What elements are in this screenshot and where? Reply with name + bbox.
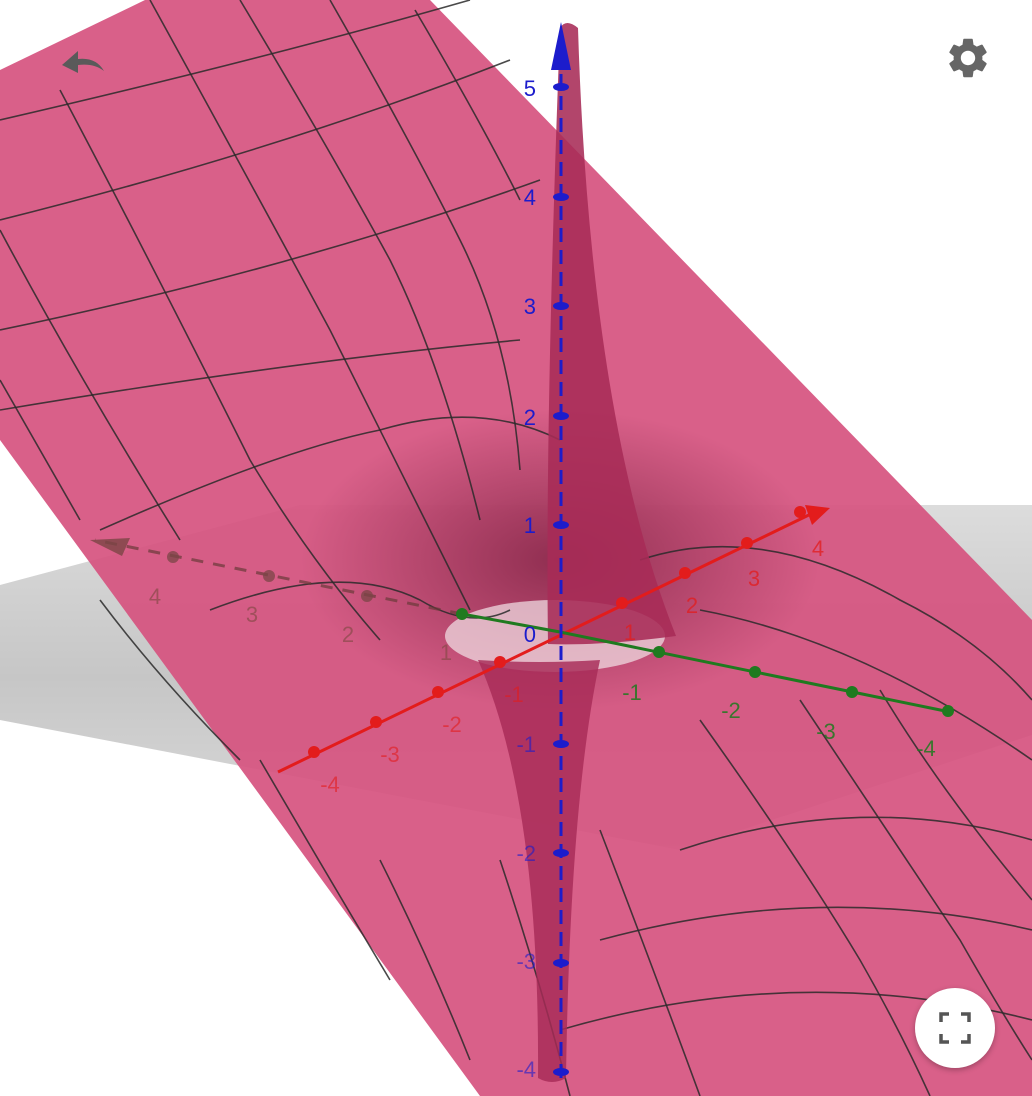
graphics-3d-view[interactable]: 4 3 2 1 -1 -2 -3 -4 4 3 2 1 -1 -2 -3 -4 5 4 3 2 1 0 -1 -2 -3 -4: [0, 0, 1032, 1096]
z-tick-label: 4: [524, 185, 536, 210]
y-tick-label: -4: [916, 736, 936, 761]
y-tick-label: -2: [721, 698, 741, 723]
x-tick-label: -2: [442, 712, 462, 737]
x-tick-mark: [308, 746, 320, 758]
y-tick-mark: [749, 666, 761, 678]
y-tick-label: -3: [816, 719, 836, 744]
y-tick-mark: [942, 705, 954, 717]
z-tick-label: 0: [524, 622, 536, 647]
z-tick-mark: [553, 521, 569, 529]
z-tick-label: 5: [524, 76, 536, 101]
z-tick-label: -2: [516, 841, 536, 866]
y-tick-mark: [846, 686, 858, 698]
x-tick-mark: [432, 686, 444, 698]
z-tick-label: 1: [524, 513, 536, 538]
z-tick-label: -4: [516, 1057, 536, 1082]
y-tick-mark: [653, 646, 665, 658]
z-tick-mark: [553, 83, 569, 91]
z-tick-mark: [553, 412, 569, 420]
z-tick-mark: [553, 1068, 569, 1076]
x-tick-mark: [679, 567, 691, 579]
z-tick-mark: [553, 302, 569, 310]
y-tick-mark: [263, 570, 275, 582]
z-tick-label: -3: [516, 949, 536, 974]
y-tick-mark: [361, 590, 373, 602]
x-tick-mark: [616, 597, 628, 609]
fullscreen-button[interactable]: [915, 988, 995, 1068]
x-tick-label: -3: [380, 742, 400, 767]
y-tick-mark: [167, 551, 179, 563]
fullscreen-icon: [939, 1012, 971, 1044]
z-tick-mark: [553, 193, 569, 201]
settings-button[interactable]: [938, 28, 998, 88]
x-tick-mark: [741, 537, 753, 549]
y-tick-label: 2: [342, 622, 354, 647]
z-tick-mark: [553, 849, 569, 857]
y-tick-label: 3: [246, 602, 258, 627]
y-tick-mark: [456, 608, 468, 620]
z-tick-label: 2: [524, 405, 536, 430]
gear-icon: [949, 38, 987, 78]
y-tick-label: -1: [622, 680, 642, 705]
x-tick-label: 1: [624, 620, 636, 645]
x-tick-label: 2: [686, 593, 698, 618]
x-tick-label: -4: [320, 772, 340, 797]
undo-button[interactable]: [50, 34, 114, 84]
y-tick-label: 4: [149, 584, 161, 609]
z-tick-mark: [553, 959, 569, 967]
z-tick-label: 3: [524, 294, 536, 319]
undo-icon: [62, 51, 104, 73]
x-tick-label: -1: [504, 682, 524, 707]
3d-scene[interactable]: 4 3 2 1 -1 -2 -3 -4 4 3 2 1 -1 -2 -3 -4 5 4 3 2 1 0 -1 -2 -3 -4: [0, 0, 1032, 1096]
z-tick-mark: [553, 740, 569, 748]
x-tick-mark: [370, 716, 382, 728]
x-tick-mark: [494, 656, 506, 668]
y-tick-label: 1: [440, 640, 452, 665]
z-tick-label: -1: [516, 732, 536, 757]
x-tick-mark: [794, 506, 806, 518]
x-tick-label: 4: [812, 536, 824, 561]
x-tick-label: 3: [748, 566, 760, 591]
